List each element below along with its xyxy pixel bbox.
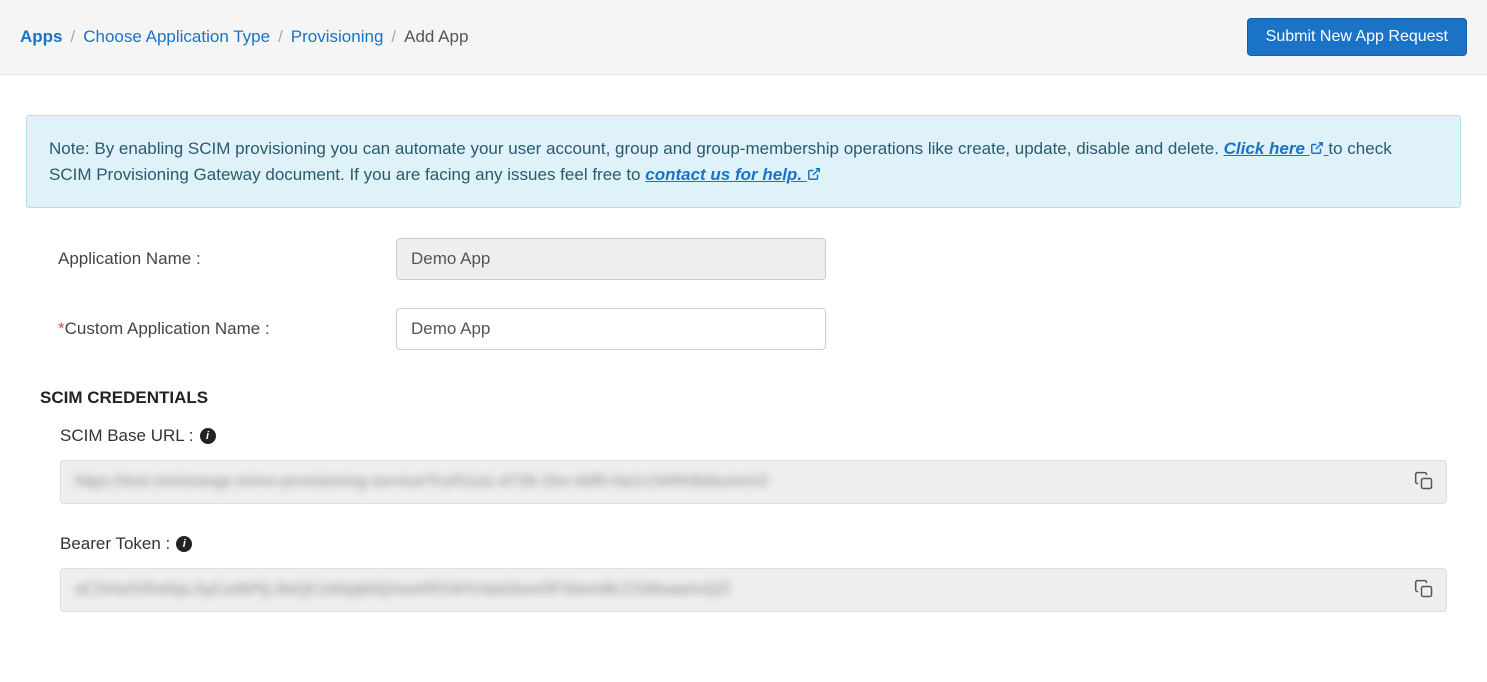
application-name-label: Application Name : <box>40 249 396 269</box>
notice-text-prefix: Note: By enabling SCIM provisioning you … <box>49 139 1224 158</box>
external-link-icon <box>807 167 821 181</box>
custom-application-name-input[interactable] <box>396 308 826 350</box>
form-area: Application Name : *Custom Application N… <box>20 238 1467 350</box>
info-icon[interactable]: i <box>176 536 192 552</box>
top-bar: Apps / Choose Application Type / Provisi… <box>0 0 1487 75</box>
copy-bearer-button[interactable] <box>1412 578 1436 602</box>
click-here-link[interactable]: Click here <box>1224 139 1329 158</box>
scim-credentials-header: SCIM CREDENTIALS <box>40 388 1467 408</box>
breadcrumb-apps[interactable]: Apps <box>20 27 63 47</box>
copy-icon <box>1414 471 1434 491</box>
contact-us-link[interactable]: contact us for help. <box>645 165 821 184</box>
breadcrumb: Apps / Choose Application Type / Provisi… <box>20 27 468 47</box>
scim-base-url-field: https://test.miniorange.in/mo-provisioni… <box>60 460 1447 504</box>
copy-base-url-button[interactable] <box>1412 470 1436 494</box>
main-content: Note: By enabling SCIM provisioning you … <box>0 115 1487 682</box>
bearer-token-field: aCSXar53hsNyLAyCa4bPjL3teQCzdAjqb0QmwARS… <box>60 568 1447 612</box>
submit-new-app-button[interactable]: Submit New App Request <box>1247 18 1467 56</box>
custom-application-name-label: *Custom Application Name : <box>40 319 396 339</box>
application-name-row: Application Name : <box>40 238 1447 280</box>
custom-name-label-text: Custom Application Name : <box>65 319 270 338</box>
scim-base-url-label: SCIM Base URL : i <box>60 426 1447 446</box>
breadcrumb-separator: / <box>71 27 76 47</box>
contact-us-label: contact us for help. <box>645 165 802 184</box>
scim-base-url-value: https://test.miniorange.in/mo-provisioni… <box>75 473 768 491</box>
breadcrumb-separator: / <box>278 27 283 47</box>
breadcrumb-choose-type[interactable]: Choose Application Type <box>83 27 270 47</box>
breadcrumb-separator: / <box>391 27 396 47</box>
breadcrumb-provisioning[interactable]: Provisioning <box>291 27 384 47</box>
info-icon[interactable]: i <box>200 428 216 444</box>
bearer-token-label-text: Bearer Token : <box>60 534 170 554</box>
bearer-token-value: aCSXar53hsNyLAyCa4bPjL3teQCzdAjqb0QmwARS… <box>75 581 730 599</box>
external-link-icon <box>1310 141 1324 155</box>
info-notice: Note: By enabling SCIM provisioning you … <box>26 115 1461 208</box>
click-here-label: Click here <box>1224 139 1305 158</box>
credentials-block: SCIM Base URL : i https://test.miniorang… <box>20 426 1467 612</box>
scim-base-url-label-text: SCIM Base URL : <box>60 426 194 446</box>
copy-icon <box>1414 579 1434 599</box>
breadcrumb-current: Add App <box>404 27 468 47</box>
application-name-input <box>396 238 826 280</box>
required-asterisk: * <box>58 319 65 338</box>
bearer-token-label: Bearer Token : i <box>60 534 1447 554</box>
custom-application-name-row: *Custom Application Name : <box>40 308 1447 350</box>
